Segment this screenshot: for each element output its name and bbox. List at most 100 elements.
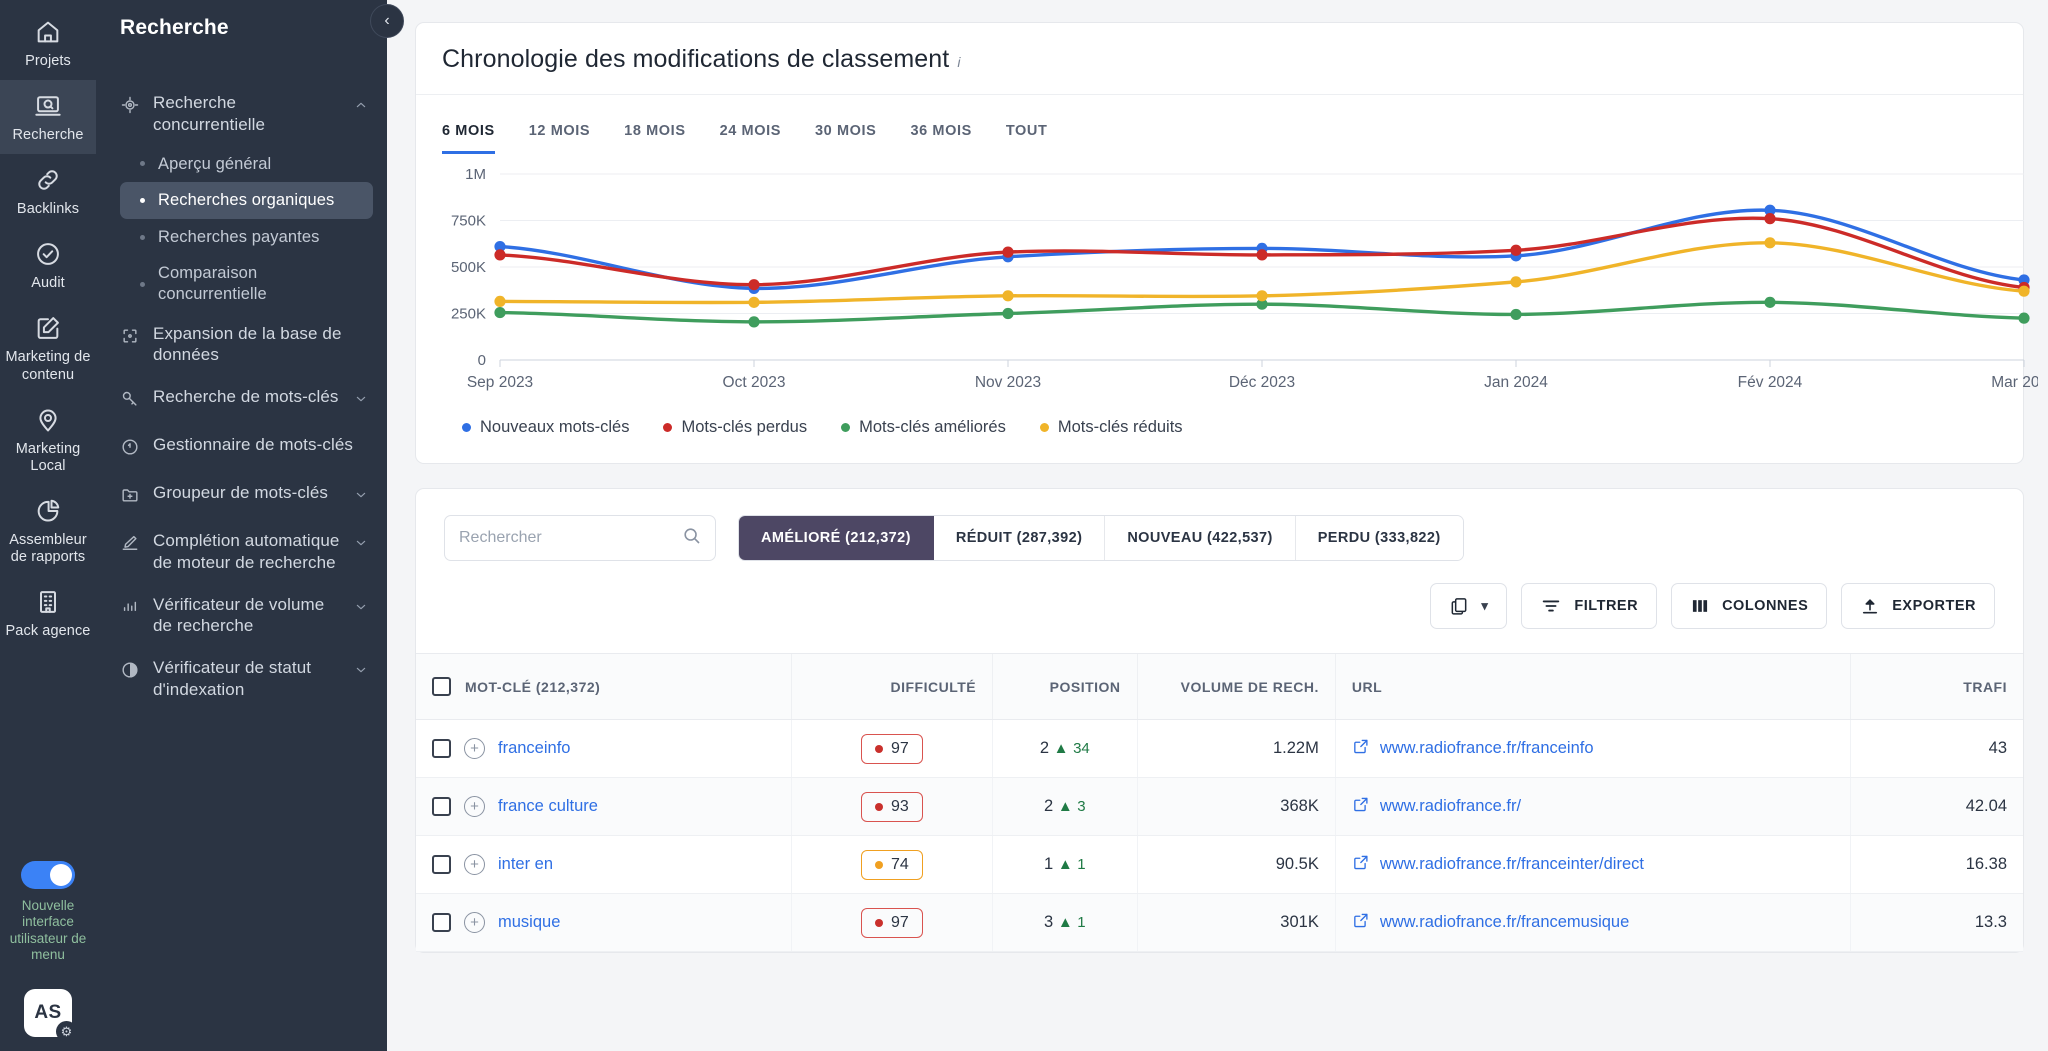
position-up-icon: ▲ bbox=[1057, 856, 1073, 873]
column-header-1[interactable]: DIFFICULTÉ bbox=[790, 653, 993, 720]
keyword-link[interactable]: musique bbox=[498, 913, 560, 932]
chevron-down-icon[interactable] bbox=[353, 386, 369, 410]
tab-tout[interactable]: TOUT bbox=[1006, 117, 1048, 154]
rail-item-audit[interactable]: Audit bbox=[0, 228, 96, 302]
tab-6-mois[interactable]: 6 MOIS bbox=[442, 117, 495, 154]
tab-30-mois[interactable]: 30 MOIS bbox=[815, 117, 876, 154]
column-header-3[interactable]: VOLUME DE RECH. bbox=[1136, 653, 1336, 720]
url-link[interactable]: www.radiofrance.fr/franceinter/direct bbox=[1380, 855, 1644, 874]
segment-1[interactable]: RÉDUIT (287,392) bbox=[933, 516, 1106, 560]
info-icon[interactable]: i bbox=[957, 54, 960, 70]
sidebar-group-6[interactable]: Vérificateur de volume de recherche bbox=[96, 584, 387, 648]
sidebar-group-3[interactable]: Gestionnaire de mots-clés bbox=[96, 424, 387, 472]
chevron-up-icon[interactable] bbox=[353, 92, 369, 116]
sidebar-item-recherches-organiques[interactable]: Recherches organiques bbox=[120, 182, 373, 219]
add-keyword-icon[interactable]: + bbox=[464, 912, 485, 933]
sidebar-group-2[interactable]: Recherche de mots-clés bbox=[96, 376, 387, 424]
avatar[interactable]: AS ⚙ bbox=[24, 989, 77, 1042]
table-row[interactable]: + franceinfo 97 2 ▲ 34 1.22M www.radiofrance.… bbox=[416, 719, 2023, 778]
segment-2[interactable]: NOUVEAU (422,537) bbox=[1105, 516, 1296, 560]
copy-button[interactable]: ▾ bbox=[1430, 583, 1508, 629]
column-header-0[interactable]: MOT-CLÉ (212,372) bbox=[416, 653, 792, 720]
row-checkbox[interactable] bbox=[432, 797, 451, 816]
upload-icon bbox=[1860, 596, 1880, 616]
contrast-circle-icon bbox=[120, 657, 140, 685]
segment-3[interactable]: PERDU (333,822) bbox=[1295, 516, 1463, 560]
keywords-table-card: AMÉLIORÉ (212,372)RÉDUIT (287,392)NOUVEA… bbox=[415, 488, 2024, 953]
svg-text:1M: 1M bbox=[465, 166, 486, 183]
volume-cell: 301K bbox=[1136, 893, 1336, 952]
sidebar-group-5[interactable]: Complétion automatique de moteur de rech… bbox=[96, 520, 387, 584]
sidebar-item-comparaison-concurrentielle[interactable]: Comparaison concurrentielle bbox=[120, 255, 373, 312]
legend-item-0[interactable]: Nouveaux mots-clés bbox=[462, 418, 629, 437]
row-checkbox[interactable] bbox=[432, 855, 451, 874]
range-tabs: 6 MOIS 12 MOIS 18 MOIS 24 MOIS 30 MOIS 36 MOI… bbox=[416, 95, 2023, 154]
legend-item-3[interactable]: Mots-clés réduits bbox=[1039, 418, 1183, 437]
home-icon bbox=[34, 18, 62, 46]
table-row[interactable]: + musique 97 3 ▲ 1 301K www.radiofrance.fr/fr… bbox=[416, 893, 2023, 952]
keyword-link[interactable]: franceinfo bbox=[498, 739, 570, 758]
new-menu-ui-toggle[interactable] bbox=[21, 861, 75, 890]
rail-item-pack-agence[interactable]: Pack agence bbox=[0, 576, 96, 650]
column-header-2[interactable]: POSITION bbox=[992, 653, 1138, 720]
keyword-link[interactable]: france culture bbox=[498, 797, 598, 816]
colonnes-button[interactable]: COLONNES bbox=[1671, 583, 1828, 629]
pie-chart-icon bbox=[34, 497, 62, 525]
row-checkbox[interactable] bbox=[432, 739, 451, 758]
filtrer-button[interactable]: FILTRER bbox=[1521, 583, 1658, 629]
chevron-down-icon[interactable] bbox=[353, 594, 369, 618]
tab-36-mois[interactable]: 36 MOIS bbox=[910, 117, 971, 154]
table-header-row: MOT-CLÉ (212,372) DIFFICULTÉ POSITION VOLUM… bbox=[416, 653, 2023, 720]
chevron-down-icon[interactable] bbox=[353, 530, 369, 554]
legend-item-2[interactable]: Mots-clés améliorés bbox=[841, 418, 1006, 437]
sidebar-item-recherches-payantes[interactable]: Recherches payantes bbox=[120, 219, 373, 256]
sidebar-group-4[interactable]: Groupeur de mots-clés bbox=[96, 472, 387, 520]
search-box[interactable] bbox=[444, 515, 716, 561]
rail-item-marketing-de-contenu[interactable]: Marketing de contenu bbox=[0, 302, 96, 393]
legend-item-1[interactable]: Mots-clés perdus bbox=[663, 418, 807, 437]
chevron-down-icon[interactable] bbox=[353, 657, 369, 681]
row-checkbox[interactable] bbox=[432, 913, 451, 932]
keyword-cell: + france culture bbox=[416, 777, 792, 836]
url-link[interactable]: www.radiofrance.fr/francemusique bbox=[1380, 913, 1629, 932]
sidebar-item-label: Aperçu général bbox=[158, 154, 272, 173]
legend-dot-icon bbox=[663, 423, 673, 432]
exporter-button[interactable]: EXPORTER bbox=[1841, 583, 1995, 629]
sidebar-group-1[interactable]: Expansion de la base de données bbox=[96, 313, 387, 377]
search-input[interactable] bbox=[459, 529, 683, 547]
sidebar-item-aper-u-g-n-ral[interactable]: Aperçu général bbox=[120, 146, 373, 183]
app-root: Projets Recherche Backlinks Audit Marketing … bbox=[0, 0, 2048, 1051]
chevron-left-icon[interactable]: ‹ bbox=[370, 4, 404, 38]
table-row[interactable]: + france culture 93 2 ▲ 3 368K www.radiofranc… bbox=[416, 777, 2023, 836]
folder-plus-icon bbox=[120, 482, 140, 510]
segment-0[interactable]: AMÉLIORÉ (212,372) bbox=[739, 516, 934, 560]
url-link[interactable]: www.radiofrance.fr/franceinfo bbox=[1380, 739, 1594, 758]
column-header-5[interactable]: TRAFI bbox=[1850, 653, 2023, 720]
tab-12-mois[interactable]: 12 MOIS bbox=[529, 117, 590, 154]
rail-item-projets[interactable]: Projets bbox=[0, 6, 96, 80]
chart-legend: Nouveaux mots-clés Mots-clés perdus Mots-c… bbox=[416, 410, 2023, 463]
select-all-checkbox[interactable] bbox=[432, 677, 451, 696]
keyword-link[interactable]: inter en bbox=[498, 855, 553, 874]
rail-item-assembleur-de-rapports[interactable]: Assembleur de rapports bbox=[0, 485, 96, 576]
sidebar-group-7[interactable]: Vérificateur de statut d'indexation bbox=[96, 647, 387, 711]
gear-icon[interactable]: ⚙ bbox=[56, 1021, 77, 1042]
add-keyword-icon[interactable]: + bbox=[464, 738, 485, 759]
rail-item-backlinks[interactable]: Backlinks bbox=[0, 154, 96, 228]
table-row[interactable]: + inter en 74 1 ▲ 1 90.5K www.radiofrance.fr/… bbox=[416, 835, 2023, 894]
url-link[interactable]: www.radiofrance.fr/ bbox=[1380, 797, 1521, 816]
bullet-icon bbox=[140, 197, 145, 203]
add-keyword-icon[interactable]: + bbox=[464, 854, 485, 875]
add-keyword-icon[interactable]: + bbox=[464, 796, 485, 817]
tab-24-mois[interactable]: 24 MOIS bbox=[720, 117, 781, 154]
rail-item-marketing-local[interactable]: Marketing Local bbox=[0, 394, 96, 485]
rail-item-recherche[interactable]: Recherche bbox=[0, 80, 96, 155]
sidebar-group-0[interactable]: Recherche concurrentielle bbox=[96, 82, 387, 146]
chevron-down-icon[interactable] bbox=[353, 482, 369, 506]
search-icon[interactable] bbox=[683, 527, 701, 550]
svg-text:Jan 2024: Jan 2024 bbox=[1484, 374, 1548, 391]
chart-header: Chronologie des modifications de classem… bbox=[416, 23, 2023, 95]
tab-18-mois[interactable]: 18 MOIS bbox=[624, 117, 685, 154]
column-header-4[interactable]: URL bbox=[1334, 653, 1851, 720]
chevron-down-icon[interactable]: ▾ bbox=[1481, 598, 1488, 614]
